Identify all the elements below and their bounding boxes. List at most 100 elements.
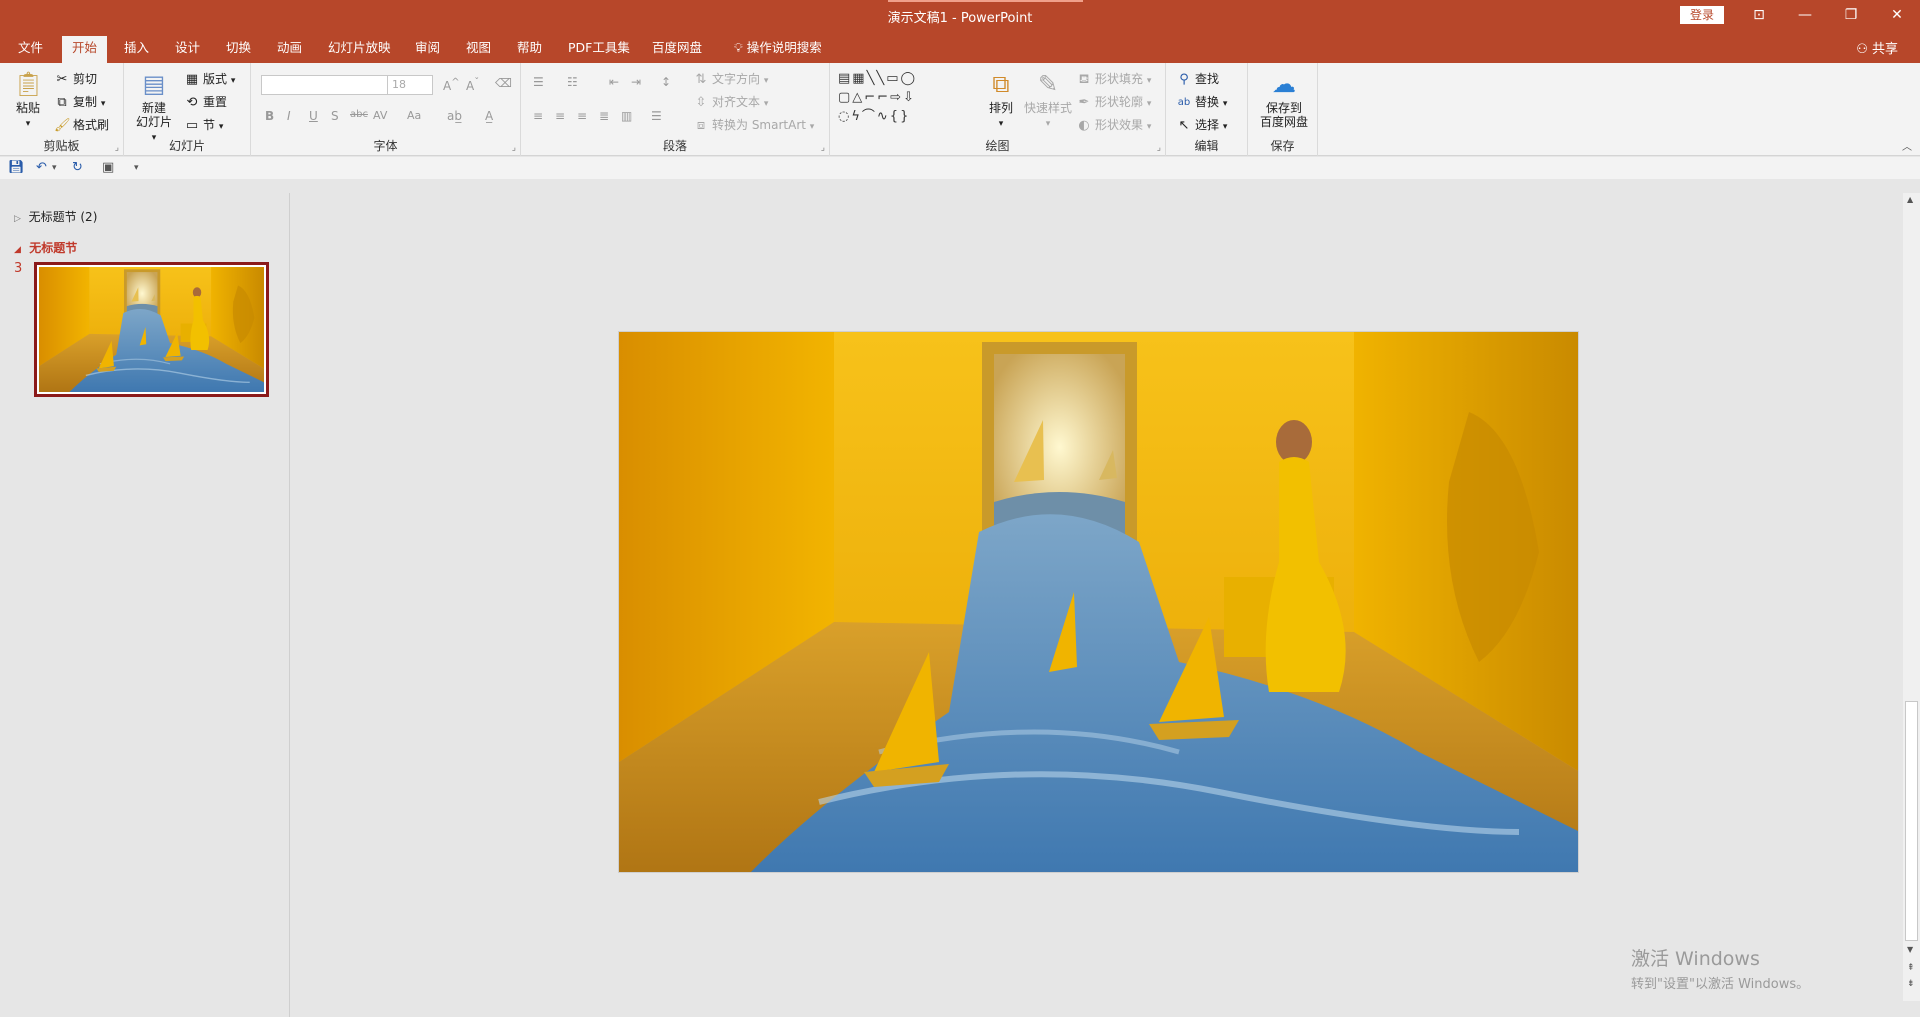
clipboard-launcher-icon[interactable]: ⌟ bbox=[115, 143, 119, 153]
scrollbar-thumb[interactable] bbox=[1905, 701, 1918, 941]
tab-pdf-tools[interactable]: PDF工具集 bbox=[558, 36, 640, 63]
shape-fill-button[interactable]: ⛾ 形状填充 ▾ bbox=[1076, 70, 1152, 88]
new-slide-button[interactable]: ▤ 新建 幻灯片 ▾ bbox=[132, 69, 176, 145]
convert-smartart-button[interactable]: ⧈ 转换为 SmartArt ▾ bbox=[693, 116, 814, 134]
drawing-launcher-icon[interactable]: ⌟ bbox=[1157, 143, 1161, 153]
collapse-arrow-icon: ◢ bbox=[14, 245, 21, 255]
font-size-combo[interactable]: 18 bbox=[387, 75, 433, 95]
paragraph-group-label: 段落 bbox=[662, 139, 687, 153]
justify-icon[interactable]: ≣ bbox=[599, 109, 609, 123]
group-save: ☁ 保存到 百度网盘 保存 bbox=[1248, 63, 1318, 156]
collapse-ribbon-icon[interactable]: ︿ bbox=[1902, 138, 1912, 153]
section-header-collapsed[interactable]: ▷ 无标题节 (2) bbox=[14, 208, 97, 225]
paintbrush-icon: 🖌︎ bbox=[54, 117, 71, 133]
font-launcher-icon[interactable]: ⌟ bbox=[512, 143, 516, 153]
strikethrough-button[interactable]: abc bbox=[350, 109, 368, 120]
shrink-font-icon[interactable]: Aˇ bbox=[466, 77, 479, 93]
align-text-button[interactable]: ⇳ 对齐文本 ▾ bbox=[693, 93, 769, 111]
clear-formatting-icon[interactable]: ⌫ bbox=[495, 76, 512, 90]
increase-indent-icon[interactable]: ⇥ bbox=[631, 75, 641, 89]
font-color-icon[interactable]: A̲ bbox=[485, 109, 493, 123]
scroll-down-icon[interactable]: ▼ bbox=[1907, 945, 1913, 954]
tab-review[interactable]: 审阅 bbox=[405, 36, 450, 63]
layout-icon: ▦ bbox=[185, 71, 199, 87]
share-button[interactable]: ⚇ 共享 bbox=[1856, 38, 1898, 57]
cut-button[interactable]: ✂ 剪切 bbox=[54, 70, 97, 88]
italic-button[interactable]: I bbox=[287, 109, 291, 123]
tab-transitions[interactable]: 切换 bbox=[216, 36, 261, 63]
grow-font-icon[interactable]: A^ bbox=[443, 77, 460, 93]
share-label: 共享 bbox=[1871, 42, 1898, 57]
highlight-icon[interactable]: ab̲ bbox=[447, 109, 462, 123]
undo-icon[interactable]: ↶ bbox=[36, 160, 47, 175]
font-name-combo[interactable] bbox=[261, 75, 389, 95]
format-painter-button[interactable]: 🖌︎ 格式刷 bbox=[54, 116, 109, 134]
next-slide-icon[interactable]: ⇟ bbox=[1907, 979, 1915, 989]
tab-insert[interactable]: 插入 bbox=[114, 36, 159, 63]
quick-styles-label: 快速样式 bbox=[1023, 101, 1072, 115]
quick-styles-icon: ✎ bbox=[1037, 70, 1059, 98]
shape-effects-button[interactable]: ◐ 形状效果 ▾ bbox=[1076, 116, 1151, 134]
copy-button[interactable]: ⧉ 复制 ▾ bbox=[54, 93, 105, 111]
save-to-netdisk-button[interactable]: ☁ 保存到 百度网盘 bbox=[1256, 69, 1312, 129]
section-header-expanded[interactable]: ◢ 无标题节 bbox=[14, 239, 77, 256]
tab-home[interactable]: 开始 bbox=[62, 36, 108, 63]
restore-button[interactable]: ❐ bbox=[1828, 0, 1874, 30]
underline-button[interactable]: U bbox=[309, 109, 318, 123]
bold-button[interactable]: B bbox=[265, 109, 274, 123]
shape-outline-button[interactable]: ✒ 形状轮廓 ▾ bbox=[1076, 93, 1152, 111]
paste-label: 粘贴 bbox=[15, 101, 40, 115]
new-slide-label-1: 新建 bbox=[141, 101, 166, 115]
title-accent bbox=[888, 0, 1083, 2]
tell-me-search[interactable]: 💡︎ 操作说明搜索 bbox=[724, 36, 832, 63]
slides-group-label: 幻灯片 bbox=[168, 139, 205, 153]
scroll-up-icon[interactable]: ▲ bbox=[1907, 195, 1913, 204]
ribbon-display-options-icon[interactable]: ⊡ bbox=[1736, 0, 1782, 30]
quick-styles-button[interactable]: ✎ 快速样式 ▾ bbox=[1022, 69, 1074, 131]
tab-animations[interactable]: 动画 bbox=[267, 36, 312, 63]
tab-baidu-netdisk[interactable]: 百度网盘 bbox=[642, 36, 712, 63]
reset-button[interactable]: ⟲ 重置 bbox=[184, 93, 227, 111]
align-left-icon[interactable]: ≡ bbox=[533, 109, 543, 123]
tab-design[interactable]: 设计 bbox=[165, 36, 210, 63]
char-spacing-button[interactable]: AV bbox=[373, 109, 387, 122]
vertical-scrollbar[interactable]: ▲ ▼ ⇞ ⇟ bbox=[1903, 193, 1920, 1001]
undo-dropdown-icon[interactable]: ▾ bbox=[52, 163, 57, 173]
start-slideshow-icon[interactable]: ▣ bbox=[102, 160, 114, 175]
tab-slideshow[interactable]: 幻灯片放映 bbox=[318, 36, 401, 63]
save-icon[interactable]: 💾︎ bbox=[8, 160, 25, 175]
section-button[interactable]: ▭ 节 ▾ bbox=[184, 116, 224, 134]
distribute-icon[interactable]: ☰ bbox=[651, 109, 662, 123]
bullets-icon[interactable]: ☰ bbox=[533, 75, 544, 89]
previous-slide-icon[interactable]: ⇞ bbox=[1907, 963, 1915, 973]
tab-view[interactable]: 视图 bbox=[456, 36, 501, 63]
layout-button[interactable]: ▦ 版式 ▾ bbox=[184, 70, 236, 88]
columns-icon[interactable]: ▥ bbox=[621, 109, 632, 123]
decrease-indent-icon[interactable]: ⇤ bbox=[609, 75, 619, 89]
close-button[interactable]: ✕ bbox=[1874, 0, 1920, 30]
shapes-gallery[interactable]: ▤▦╲╲▭◯ ▢△⌐⌐⇨⇩ ◌ϟ⌒∿{} bbox=[838, 69, 976, 129]
tab-help[interactable]: 帮助 bbox=[507, 36, 552, 63]
minimize-button[interactable]: — bbox=[1782, 0, 1828, 30]
align-right-icon[interactable]: ≡ bbox=[577, 109, 587, 123]
find-button[interactable]: ⚲ 查找 bbox=[1176, 70, 1219, 88]
align-center-icon[interactable]: ≡ bbox=[555, 109, 565, 123]
change-case-button[interactable]: Aa bbox=[407, 109, 421, 122]
slide-image bbox=[619, 332, 1579, 873]
numbering-icon[interactable]: ☷ bbox=[567, 75, 578, 89]
arrange-button[interactable]: ⧉ 排列 ▾ bbox=[982, 69, 1020, 131]
replace-button[interactable]: ab 替换 ▾ bbox=[1176, 93, 1228, 111]
customize-qat-icon[interactable]: ▾ bbox=[134, 163, 139, 173]
line-spacing-icon[interactable]: ↕ bbox=[661, 75, 671, 89]
slide-thumbnail[interactable] bbox=[34, 262, 269, 397]
paste-button[interactable]: 📋︎ 粘贴 ▾ bbox=[8, 69, 48, 131]
login-button[interactable]: 登录 bbox=[1680, 6, 1724, 24]
tab-file[interactable]: 文件 bbox=[8, 36, 53, 63]
paragraph-launcher-icon[interactable]: ⌟ bbox=[821, 143, 825, 153]
copy-icon: ⧉ bbox=[57, 94, 67, 110]
shadow-button[interactable]: S bbox=[331, 109, 339, 123]
slide-canvas[interactable] bbox=[618, 331, 1579, 873]
redo-icon[interactable]: ↻ bbox=[72, 160, 83, 175]
text-direction-button[interactable]: ⇅ 文字方向 ▾ bbox=[693, 70, 769, 88]
select-button[interactable]: ↖ 选择 ▾ bbox=[1176, 116, 1228, 134]
